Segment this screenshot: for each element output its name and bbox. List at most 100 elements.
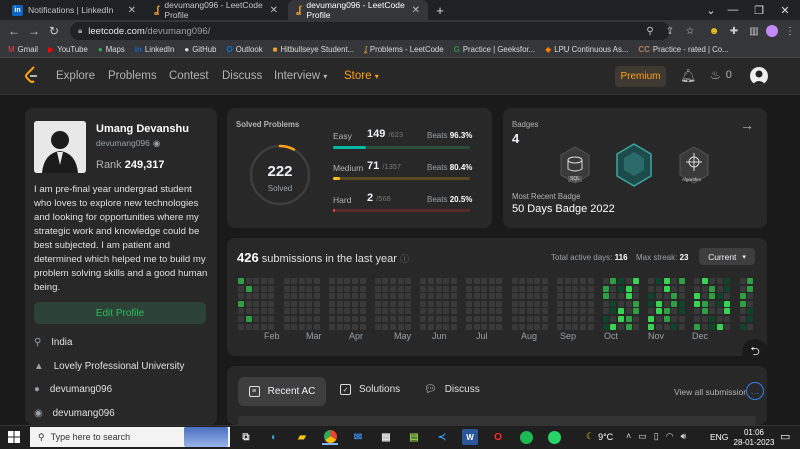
heatmap-cell[interactable] bbox=[656, 308, 662, 315]
heatmap-cell[interactable] bbox=[466, 285, 472, 292]
heatmap-cell[interactable] bbox=[519, 308, 526, 315]
heatmap-cell[interactable] bbox=[739, 278, 746, 284]
heatmap-cell[interactable] bbox=[747, 278, 754, 284]
heatmap-cell[interactable] bbox=[405, 293, 412, 300]
heatmap-cell[interactable] bbox=[473, 285, 480, 292]
heatmap-cell[interactable] bbox=[618, 323, 624, 330]
heatmap-cell[interactable] bbox=[633, 285, 640, 292]
heatmap-cell[interactable] bbox=[450, 308, 457, 315]
heatmap-cell[interactable] bbox=[610, 285, 617, 292]
heatmap-cell[interactable] bbox=[625, 293, 632, 300]
heatmap-cell[interactable] bbox=[526, 323, 533, 330]
heatmap-cell[interactable] bbox=[656, 293, 662, 300]
heatmap-cell[interactable] bbox=[329, 293, 336, 300]
heatmap-cell[interactable] bbox=[580, 285, 586, 292]
heatmap-cell[interactable] bbox=[496, 316, 503, 322]
heatmap-cell[interactable] bbox=[557, 323, 564, 330]
heatmap-cell[interactable] bbox=[519, 300, 526, 307]
bookmark-youtube[interactable]: ▶ YouTube bbox=[48, 45, 88, 54]
heatmap-cell[interactable] bbox=[428, 293, 434, 300]
heatmap-cell[interactable] bbox=[481, 278, 488, 284]
bookmark-outlook[interactable]: O Outlook bbox=[226, 45, 262, 54]
heatmap-cell[interactable] bbox=[648, 323, 655, 330]
heatmap-cell[interactable] bbox=[534, 285, 541, 292]
profile-github[interactable]: ● devumang096 bbox=[34, 384, 112, 395]
heatmap-cell[interactable] bbox=[678, 285, 685, 292]
heatmap-cell[interactable] bbox=[405, 323, 412, 330]
heatmap-cell[interactable] bbox=[610, 300, 617, 307]
heatmap-cell[interactable] bbox=[336, 293, 343, 300]
notepad-icon[interactable]: ▤ bbox=[406, 429, 422, 445]
heatmap-cell[interactable] bbox=[663, 293, 670, 300]
heatmap-cell[interactable] bbox=[709, 308, 716, 315]
heatmap-cell[interactable] bbox=[496, 293, 503, 300]
heatmap-cell[interactable] bbox=[428, 300, 434, 307]
heatmap-cell[interactable] bbox=[420, 293, 427, 300]
heatmap-cell[interactable] bbox=[253, 293, 260, 300]
heatmap-cell[interactable] bbox=[268, 285, 275, 292]
heatmap-cell[interactable] bbox=[564, 308, 571, 315]
heatmap-cell[interactable] bbox=[709, 316, 716, 322]
heatmap-cell[interactable] bbox=[602, 316, 609, 322]
heatmap-cell[interactable] bbox=[352, 300, 358, 307]
heatmap-cell[interactable] bbox=[329, 300, 336, 307]
heatmap-cell[interactable] bbox=[488, 293, 495, 300]
heatmap-cell[interactable] bbox=[260, 293, 267, 300]
bookmark-leetcode[interactable]: ʆ Problems - LeetCode bbox=[364, 45, 443, 54]
heatmap-cell[interactable] bbox=[306, 308, 313, 315]
heatmap-cell[interactable] bbox=[656, 278, 662, 284]
heatmap-cell[interactable] bbox=[496, 278, 503, 284]
heatmap-cell[interactable] bbox=[298, 323, 305, 330]
heatmap-cell[interactable] bbox=[519, 323, 526, 330]
heatmap-cell[interactable] bbox=[625, 300, 632, 307]
heatmap-cell[interactable] bbox=[747, 293, 754, 300]
forward-icon[interactable]: → bbox=[26, 23, 42, 39]
heatmap-cell[interactable] bbox=[542, 285, 548, 292]
heatmap-cell[interactable] bbox=[496, 323, 503, 330]
heatmap-cell[interactable] bbox=[306, 323, 313, 330]
heatmap-cell[interactable] bbox=[526, 308, 533, 315]
heatmap-cell[interactable] bbox=[656, 300, 662, 307]
heatmap-cell[interactable] bbox=[481, 323, 488, 330]
bookmark-hitbullseye[interactable]: ■ Hitbullseye Student... bbox=[273, 45, 355, 54]
heatmap-cell[interactable] bbox=[709, 285, 716, 292]
heatmap-cell[interactable] bbox=[488, 308, 495, 315]
heatmap-cell[interactable] bbox=[481, 308, 488, 315]
heatmap-cell[interactable] bbox=[268, 323, 275, 330]
heatmap-cell[interactable] bbox=[618, 293, 624, 300]
heatmap-cell[interactable] bbox=[511, 293, 518, 300]
heatmap-cell[interactable] bbox=[283, 300, 290, 307]
heatmap-cell[interactable] bbox=[511, 323, 518, 330]
heatmap-cell[interactable] bbox=[694, 278, 700, 284]
heatmap-cell[interactable] bbox=[542, 323, 548, 330]
heatmap-cell[interactable] bbox=[663, 316, 670, 322]
nav-problems[interactable]: Problems bbox=[108, 70, 157, 82]
heatmap-cell[interactable] bbox=[557, 285, 564, 292]
heatmap-cell[interactable] bbox=[352, 323, 358, 330]
heatmap-cell[interactable] bbox=[694, 300, 700, 307]
heatmap-cell[interactable] bbox=[602, 285, 609, 292]
input-language[interactable]: ENG bbox=[710, 432, 728, 442]
zoom-icon[interactable]: ⚲ bbox=[642, 23, 658, 39]
heatmap-cell[interactable] bbox=[238, 278, 244, 284]
heatmap-cell[interactable] bbox=[648, 316, 655, 322]
close-icon[interactable]: ✕ bbox=[270, 5, 278, 16]
heatmap-cell[interactable] bbox=[678, 293, 685, 300]
nav-contest[interactable]: Contest bbox=[169, 70, 209, 82]
heatmap-cell[interactable] bbox=[572, 316, 579, 322]
heatmap-cell[interactable] bbox=[450, 278, 457, 284]
heatmap-cell[interactable] bbox=[716, 308, 723, 315]
whatsapp-icon[interactable] bbox=[546, 429, 562, 445]
heatmap-cell[interactable] bbox=[405, 285, 412, 292]
heatmap-cell[interactable] bbox=[473, 308, 480, 315]
extensions-puzzle-icon[interactable]: ✚ bbox=[726, 23, 742, 39]
feedback-rotate-icon[interactable]: ⮌ bbox=[742, 339, 768, 365]
tab-discuss[interactable]: 💬︎ Discuss bbox=[424, 384, 480, 395]
heatmap-cell[interactable] bbox=[648, 300, 655, 307]
heatmap-cell[interactable] bbox=[610, 323, 617, 330]
nav-explore[interactable]: Explore bbox=[56, 70, 95, 82]
heatmap-cell[interactable] bbox=[488, 316, 495, 322]
browser-tab-leetcode-2[interactable]: ʆ devumang096 - LeetCode Profile ✕ bbox=[288, 0, 428, 20]
heatmap-cell[interactable] bbox=[344, 293, 351, 300]
50-days-badge-icon[interactable] bbox=[614, 142, 654, 188]
